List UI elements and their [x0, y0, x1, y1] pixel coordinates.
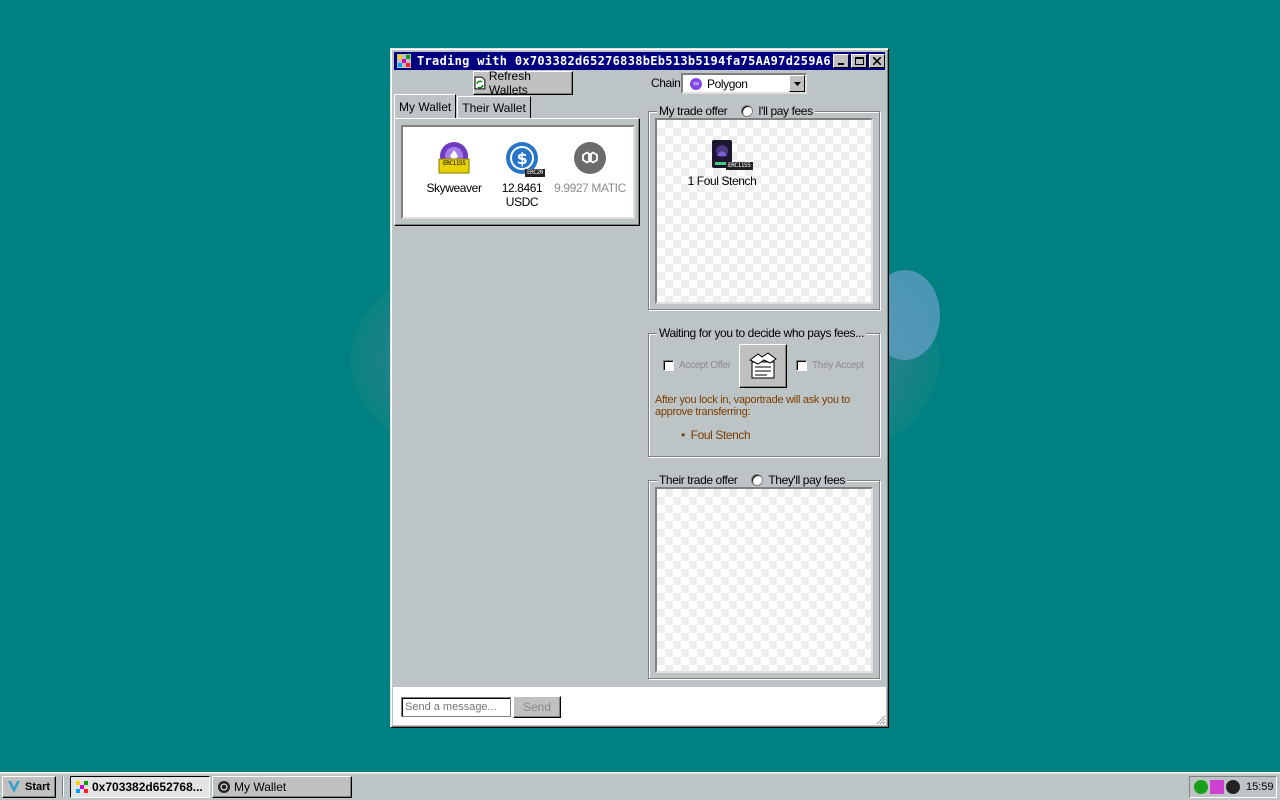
- svg-text:$: $: [517, 149, 528, 168]
- theyll-pay-fees-radio[interactable]: [751, 474, 764, 486]
- their-trade-offer-legend: Their trade offer They'll pay fees: [657, 473, 847, 487]
- asset-badge: ERC1155: [441, 160, 468, 168]
- theyll-pay-fees-label[interactable]: They'll pay fees: [768, 473, 845, 487]
- window-title: Trading with 0x703382d65276838bEb513b519…: [417, 54, 831, 68]
- minimize-icon: [838, 63, 844, 65]
- minimize-button[interactable]: [833, 54, 849, 68]
- they-accept-checkbox: They Accept: [796, 360, 864, 371]
- title-bar[interactable]: Trading with 0x703382d65276838bEb513b519…: [394, 52, 885, 70]
- resize-grip-icon[interactable]: [874, 713, 886, 725]
- trade-handshake-icon: [749, 352, 777, 379]
- usdc-icon: $ ERC20: [505, 141, 545, 177]
- their-trade-offer-area: [655, 487, 873, 673]
- offer-item-foul-stench[interactable]: ERC1155 1 Foul Stench: [687, 140, 757, 188]
- offer-item-label: 1 Foul Stench: [687, 174, 757, 188]
- accept-offer-checkbox[interactable]: Accept Offer: [663, 360, 731, 371]
- polygon-chain-icon: ∞: [690, 77, 702, 90]
- item-badge: ERC1155: [726, 162, 753, 170]
- send-button[interactable]: Send: [513, 696, 561, 718]
- vaportrade-tray-icon[interactable]: [1210, 780, 1224, 794]
- taskbar-divider: [62, 777, 64, 797]
- approval-note: After you lock in, vaportrade will ask y…: [655, 394, 850, 418]
- taskbar-item-label: 0x703382d652768...: [92, 780, 203, 794]
- skyweaver-icon: ERC1155: [437, 141, 471, 175]
- close-button[interactable]: [869, 54, 885, 68]
- asset-label: Skyweaver: [426, 181, 482, 195]
- taskbar: Start 0x703382d652768... My Wallet 15:59: [0, 772, 1280, 800]
- message-input[interactable]: [401, 697, 511, 717]
- tab-their-wallet[interactable]: Their Wallet: [457, 96, 531, 118]
- clock: 15:59: [1246, 781, 1274, 793]
- trade-status-title: Waiting for you to decide who pays fees.…: [659, 326, 864, 340]
- trade-status-group: Waiting for you to decide who pays fees.…: [648, 326, 880, 457]
- ill-pay-fees-label[interactable]: I'll pay fees: [758, 104, 813, 118]
- maximize-icon: [854, 57, 864, 65]
- they-accept-label: They Accept: [812, 360, 864, 371]
- chain-label: Chain:: [651, 76, 684, 90]
- refresh-wallets-button[interactable]: Refresh Wallets: [473, 69, 573, 97]
- wallet-icon: [218, 781, 230, 793]
- ill-pay-fees-radio[interactable]: [741, 105, 754, 117]
- my-trade-offer-title: My trade offer: [659, 104, 728, 118]
- trade-status-legend: Waiting for you to decide who pays fees.…: [657, 326, 866, 340]
- their-trade-offer-group: Their trade offer They'll pay fees: [648, 473, 880, 679]
- transfer-list-item: • Foul Stench: [681, 428, 751, 442]
- vaportrade-app-icon: [76, 781, 88, 793]
- my-trade-offer-group: My trade offer I'll pay fees ERC1155 1 F…: [648, 104, 880, 310]
- taskbar-item-label: My Wallet: [234, 780, 287, 794]
- lock-in-trade-button[interactable]: [739, 344, 787, 388]
- taskbar-item-trading[interactable]: 0x703382d652768...: [70, 776, 210, 798]
- foul-stench-card-icon: ERC1155: [710, 140, 753, 170]
- they-accept-box: [796, 360, 807, 371]
- checkmark-status-icon[interactable]: [1194, 780, 1208, 794]
- accept-offer-box[interactable]: [663, 360, 674, 371]
- wallet-tabs: My Wallet Their Wallet: [394, 94, 532, 118]
- wallet-asset-usdc[interactable]: $ ERC20 12.8461 USDC: [485, 141, 559, 209]
- taskbar-item-my-wallet[interactable]: My Wallet: [212, 776, 352, 798]
- polygon-icon: [573, 141, 607, 175]
- transfer-item-label: Foul Stench: [690, 428, 751, 442]
- start-button[interactable]: Start: [2, 776, 56, 798]
- chevron-down-icon[interactable]: [789, 75, 805, 92]
- refresh-wallets-label: Refresh Wallets: [488, 69, 531, 97]
- accept-offer-label: Accept Offer: [679, 360, 731, 371]
- wallet-tab-panel: ERC1155 Skyweaver $ ERC20 12.8461 USDC 9…: [394, 118, 640, 226]
- wallet-asset-matic[interactable]: 9.9927 MATIC: [553, 141, 627, 195]
- their-trade-offer-title: Their trade offer: [659, 473, 738, 487]
- my-trade-offer-legend: My trade offer I'll pay fees: [657, 104, 815, 118]
- vaportrade-app-icon: [397, 54, 411, 68]
- asset-label: 12.8461 USDC: [501, 181, 543, 209]
- asset-badge: ERC20: [524, 169, 545, 177]
- start-label: Start: [25, 781, 51, 793]
- my-trade-offer-area[interactable]: ERC1155 1 Foul Stench: [655, 118, 873, 304]
- chain-selected-value: Polygon: [707, 76, 748, 91]
- wallet-tray-icon[interactable]: [1226, 780, 1240, 794]
- wallet-assets-list: ERC1155 Skyweaver $ ERC20 12.8461 USDC 9…: [401, 125, 635, 219]
- system-tray: 15:59: [1189, 776, 1277, 798]
- refresh-icon: [474, 76, 486, 90]
- asset-label: 9.9927 MATIC: [554, 181, 626, 195]
- wallet-asset-skyweaver[interactable]: ERC1155 Skyweaver: [417, 141, 491, 195]
- maximize-button[interactable]: [851, 54, 867, 68]
- tab-my-wallet[interactable]: My Wallet: [394, 94, 457, 118]
- close-icon: [873, 57, 881, 65]
- chain-select[interactable]: ∞ Polygon: [681, 73, 807, 94]
- trading-window: Trading with 0x703382d65276838bEb513b519…: [390, 48, 889, 728]
- vaporwave-logo-icon: [8, 781, 20, 793]
